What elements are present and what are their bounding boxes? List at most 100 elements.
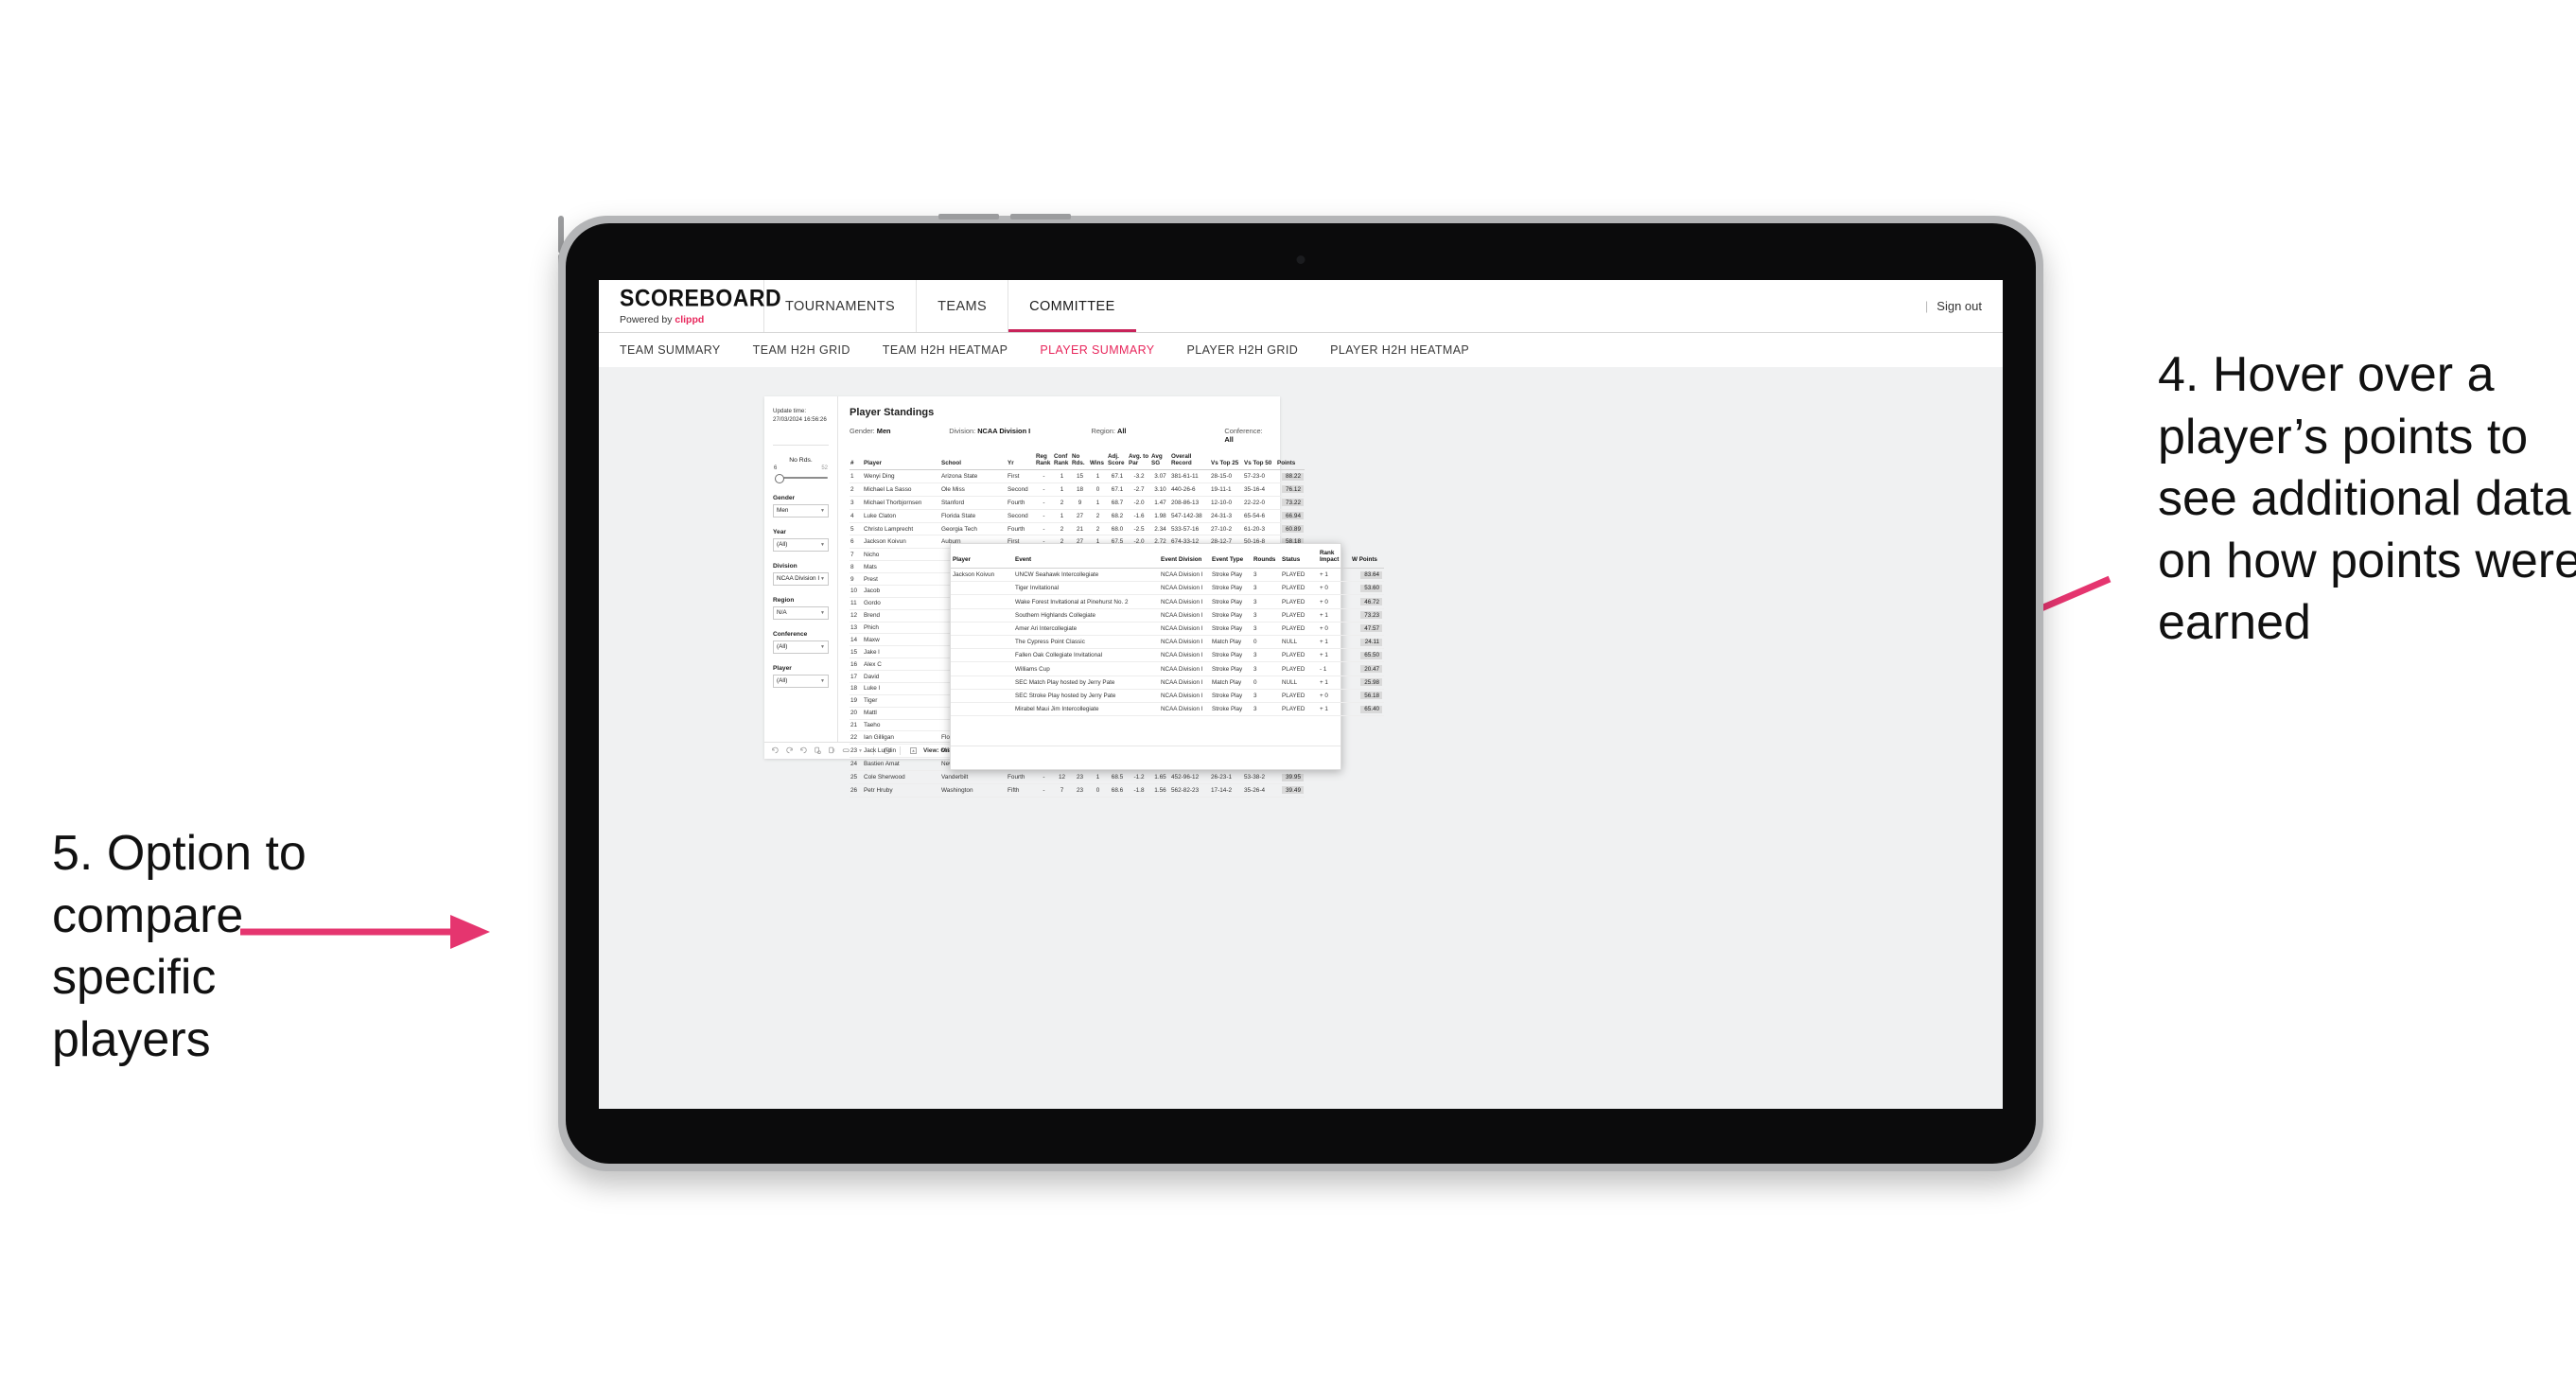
tooltip-cell-player (951, 608, 1013, 622)
cell-rank: 24 (850, 758, 863, 771)
cell-rank: 19 (850, 694, 863, 707)
tooltip-cell-player (951, 595, 1013, 608)
refresh-icon[interactable] (814, 746, 822, 755)
tab-player-summary[interactable]: PLAYER SUMMARY (1040, 343, 1154, 357)
table-row[interactable]: 5Christo LamprechtGeorgia TechFourth-221… (850, 522, 1305, 535)
col-avg-to-par[interactable]: Avg. to Par (1128, 452, 1150, 470)
sign-out-link[interactable]: Sign out (1936, 299, 1982, 313)
tab-player-h2h-heatmap[interactable]: PLAYER H2H HEATMAP (1330, 343, 1469, 357)
no-rounds-slider[interactable]: No Rds. 6 52 (773, 457, 829, 482)
cell-yr: Second (1007, 482, 1035, 496)
filter-region-select[interactable]: N/A ▼ (773, 606, 829, 620)
tab-team-h2h-grid[interactable]: TEAM H2H GRID (753, 343, 850, 357)
cell-rds: 27 (1071, 509, 1089, 522)
tooltip-cell-rank-impact: + 1 (1318, 636, 1350, 649)
cell-points[interactable]: 73.22 (1276, 496, 1305, 509)
tooltip-row: SEC Stroke Play hosted by Jerry PateNCAA… (951, 689, 1384, 702)
cell-points[interactable]: 88.22 (1276, 470, 1305, 483)
col-wins[interactable]: Wins (1089, 452, 1107, 470)
cell-rds: 15 (1071, 470, 1089, 483)
points-value[interactable]: 76.12 (1282, 485, 1304, 493)
col-rank[interactable]: # (850, 452, 863, 470)
nav-committee[interactable]: COMMITTEE (1008, 280, 1136, 332)
meta-conference: Conference: All (1224, 427, 1270, 444)
filter-gender-select[interactable]: Men ▼ (773, 504, 829, 518)
pause-icon[interactable] (828, 746, 836, 755)
cell-points[interactable]: 60.89 (1276, 522, 1305, 535)
tooltip-header: Player Event Event Division Event Type R… (951, 544, 1384, 569)
tab-team-summary[interactable]: TEAM SUMMARY (620, 343, 721, 357)
cell-rank: 4 (850, 509, 863, 522)
cell-points[interactable]: 39.49 (1276, 783, 1305, 797)
brand-logo[interactable]: SCOREBOARD Powered by clippd (599, 280, 763, 332)
col-no-rds[interactable]: No Rds. (1071, 452, 1089, 470)
col-reg-rank[interactable]: Reg Rank (1035, 452, 1053, 470)
cell-record: 452-96-12 (1170, 771, 1210, 784)
revert-icon[interactable] (799, 746, 808, 755)
tcol-w-points: W Points (1350, 544, 1384, 569)
nav-tournaments[interactable]: TOURNAMENTS (763, 280, 916, 332)
tooltip-cell-status: PLAYED (1280, 582, 1318, 595)
nav-teams[interactable]: TEAMS (916, 280, 1008, 332)
filter-conference-select[interactable]: (All) ▼ (773, 640, 829, 654)
tooltip-cell-event-type: Stroke Play (1210, 608, 1252, 622)
col-player[interactable]: Player (863, 452, 940, 470)
cell-points[interactable]: 66.94 (1276, 509, 1305, 522)
col-points[interactable]: Points (1276, 452, 1305, 470)
col-yr[interactable]: Yr (1007, 452, 1035, 470)
meta-division-value: NCAA Division I (977, 427, 1030, 435)
cell-wins: 2 (1089, 509, 1107, 522)
table-row[interactable]: 3Michael ThorbjornsenStanfordFourth-2916… (850, 496, 1305, 509)
filter-year-select[interactable]: (All) ▼ (773, 538, 829, 552)
col-school[interactable]: School (940, 452, 1007, 470)
cell-sg: 1.98 (1150, 509, 1170, 522)
cell-reg: - (1035, 482, 1053, 496)
cell-points[interactable]: 39.95 (1276, 771, 1305, 784)
points-value[interactable]: 73.22 (1282, 499, 1304, 506)
undo-icon[interactable] (771, 746, 780, 755)
col-overall-record[interactable]: Overall Record (1170, 452, 1210, 470)
cell-player: David (863, 671, 940, 683)
cell-yr: First (1007, 470, 1035, 483)
tooltip-cell-player (951, 636, 1013, 649)
tooltip-cell-w-points: 65.40 (1350, 702, 1384, 715)
table-row[interactable]: 1Wenyi DingArizona StateFirst-115167.1-3… (850, 470, 1305, 483)
table-row[interactable]: 2Michael La SassoOle MissSecond-118067.1… (850, 482, 1305, 496)
slider-handle[interactable] (775, 474, 784, 483)
cell-player: Wenyi Ding (863, 470, 940, 483)
col-conf-rank[interactable]: Conf Rank (1053, 452, 1071, 470)
points-value[interactable]: 88.22 (1282, 473, 1304, 481)
cell-record: 533-57-16 (1170, 522, 1210, 535)
points-value[interactable]: 66.94 (1282, 512, 1304, 519)
filter-player-select[interactable]: (All) ▼ (773, 675, 829, 688)
cell-wins: 2 (1089, 522, 1107, 535)
tab-player-h2h-grid[interactable]: PLAYER H2H GRID (1187, 343, 1299, 357)
tooltip-cell-event-division: NCAA Division I (1159, 636, 1210, 649)
tooltip-cell-rank-impact: + 0 (1318, 689, 1350, 702)
col-vs-top-25[interactable]: Vs Top 25 (1210, 452, 1243, 470)
tab-team-h2h-heatmap[interactable]: TEAM H2H HEATMAP (883, 343, 1008, 357)
tooltip-cell-event: UNCW Seahawk Intercollegiate (1013, 569, 1159, 582)
tooltip-cell-rounds: 3 (1252, 689, 1280, 702)
tooltip-cell-rounds: 3 (1252, 649, 1280, 662)
cell-points[interactable]: 76.12 (1276, 482, 1305, 496)
slider-track[interactable] (773, 473, 829, 482)
player-standings-panel: Player Standings Gender: Men Division: N… (838, 396, 1280, 742)
cell-rds: 18 (1071, 482, 1089, 496)
filter-division-select[interactable]: NCAA Division I ▼ (773, 572, 829, 586)
cell-top50: 53-38-2 (1243, 771, 1276, 784)
points-value[interactable]: 39.95 (1282, 774, 1304, 781)
points-value[interactable]: 60.89 (1282, 525, 1304, 533)
table-row[interactable]: 26Petr HrubyWashingtonFifth-723068.6-1.8… (850, 783, 1305, 797)
standings-header-row: # Player School Yr Reg Rank Conf Rank No… (850, 452, 1305, 470)
table-row[interactable]: 25Cole SherwoodVanderbiltFourth-1223168.… (850, 771, 1305, 784)
col-avg-sg[interactable]: Avg SG (1150, 452, 1170, 470)
col-adj-score[interactable]: Adj. Score (1107, 452, 1128, 470)
filter-year: Year (All) ▼ (773, 529, 829, 552)
col-vs-top-50[interactable]: Vs Top 50 (1243, 452, 1276, 470)
points-value[interactable]: 39.49 (1282, 786, 1304, 794)
redo-icon[interactable] (785, 746, 794, 755)
tooltip-cell-event-type: Stroke Play (1210, 622, 1252, 635)
table-row[interactable]: 4Luke ClatonFlorida StateSecond-127268.2… (850, 509, 1305, 522)
tooltip-cell-rounds: 3 (1252, 702, 1280, 715)
